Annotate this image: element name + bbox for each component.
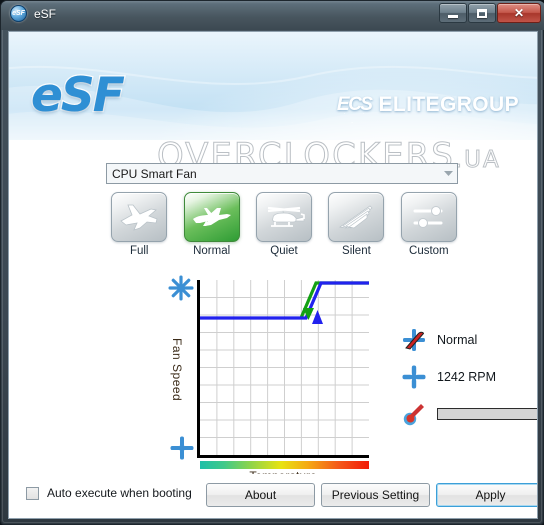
mode-label-normal: Normal (193, 245, 231, 257)
mode-tile-normal (183, 192, 240, 242)
mode-label-custom: Custom (409, 245, 449, 257)
status-row-mode: Normal (401, 328, 537, 352)
status-panel: Normal 1242 RPM (401, 328, 537, 426)
mode-button-silent[interactable]: Silent (326, 192, 386, 257)
application-window: eSF ✕ eSF ECS ELITEGROUP (0, 0, 544, 525)
arrow-up-blue (312, 310, 323, 324)
helicopter-icon (267, 206, 305, 227)
fan-low-speed-icon (170, 436, 194, 460)
maximize-button[interactable] (468, 3, 496, 23)
mode-button-normal[interactable]: Normal (181, 192, 241, 257)
temperature-gradient-bar (200, 461, 369, 469)
plot-svg (200, 280, 369, 455)
fan-mode-buttons: Full Normal Quiet Silent Custom (109, 192, 459, 257)
window-controls: ✕ (439, 3, 541, 23)
airplane-icon (192, 208, 231, 226)
minimize-icon (440, 4, 466, 22)
mode-label-silent: Silent (342, 245, 371, 257)
fan-high-speed-icon (168, 275, 194, 301)
close-button[interactable]: ✕ (497, 3, 541, 23)
y-axis-label: Fan Speed (170, 338, 184, 402)
mode-label-quiet: Quiet (270, 245, 298, 257)
minimize-button[interactable] (439, 3, 467, 23)
previous-setting-button[interactable]: Previous Setting (321, 483, 430, 507)
status-rpm-value: 1242 RPM (437, 370, 497, 384)
thermometer-icon (401, 402, 427, 426)
temperature-bar (437, 408, 537, 420)
fan-selector-value: CPU Smart Fan (112, 166, 197, 181)
mode-label-full: Full (129, 245, 149, 257)
about-button[interactable]: About (206, 483, 315, 507)
apply-button[interactable]: Apply (436, 483, 537, 507)
ecs-brand-name: ELITEGROUP (378, 93, 519, 116)
ecs-mark: ECS (336, 94, 373, 115)
autostart-label: Auto execute when booting (47, 486, 192, 500)
mode-button-full[interactable]: Full (109, 192, 169, 257)
fan-selector-dropdown[interactable]: CPU Smart Fan (106, 163, 458, 184)
mode-tile-silent (328, 192, 385, 242)
mode-button-custom[interactable]: Custom (399, 192, 459, 257)
jet-fighter-icon (120, 204, 158, 231)
window-title: eSF (34, 6, 57, 21)
status-row-temperature (401, 402, 537, 426)
ecs-brand-logo: ECS ELITEGROUP (337, 93, 519, 117)
mode-tile-quiet (256, 192, 313, 242)
sliders-icon (413, 206, 443, 228)
status-mode-value: Normal (437, 333, 478, 347)
status-row-rpm: 1242 RPM (401, 365, 537, 389)
paper-plane-icon (339, 205, 373, 229)
plot-gridlines (200, 280, 369, 455)
plot-area[interactable] (197, 280, 369, 458)
autostart-checkbox-wrap[interactable]: Auto execute when booting (26, 486, 192, 500)
fan-icon (401, 365, 427, 389)
watermark-suffix: .UA (454, 147, 501, 174)
footer-bar: Auto execute when booting About Previous… (9, 474, 537, 518)
esf-logo-icon (10, 5, 27, 22)
close-icon: ✕ (513, 6, 525, 20)
header-banner: eSF ECS ELITEGROUP (9, 32, 537, 140)
mode-button-quiet[interactable]: Quiet (254, 192, 314, 257)
maximize-icon (469, 4, 495, 22)
mode-tile-full (111, 192, 168, 242)
title-bar-left: eSF (10, 5, 56, 22)
mode-tile-custom (400, 192, 457, 242)
title-bar[interactable]: eSF ✕ (1, 1, 544, 30)
autostart-checkbox[interactable] (26, 486, 39, 500)
esf-product-logo: eSF (30, 67, 126, 125)
client-area: eSF ECS ELITEGROUP OVERCLOCKERS.UA CPU S… (8, 31, 538, 519)
chevron-down-icon[interactable] (440, 164, 457, 183)
fan-wrench-icon (401, 328, 427, 352)
